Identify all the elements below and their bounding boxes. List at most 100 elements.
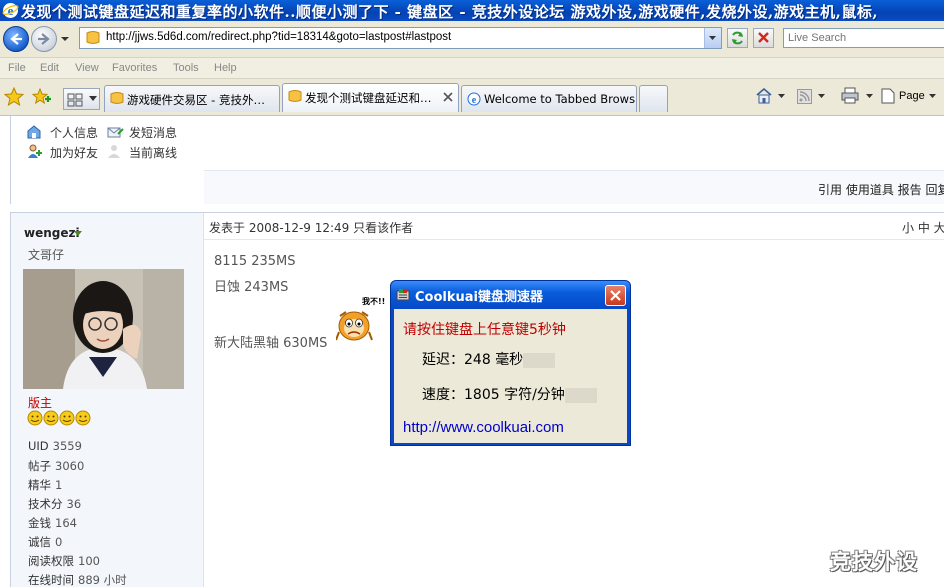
recent-pages-dropdown-icon[interactable] <box>60 34 70 44</box>
menu-file[interactable]: File <box>8 62 26 74</box>
delay-row: 延迟：248 毫秒 <box>422 349 556 369</box>
chevron-down-icon[interactable] <box>778 94 785 99</box>
feeds-icon[interactable] <box>797 89 812 104</box>
stat-tech-score: 技术分 36 <box>28 496 81 512</box>
post-action-links[interactable]: 引用 使用道具 报告 回复 <box>818 181 944 198</box>
author-rank: 版主 <box>28 396 53 410</box>
stat-value: 0 <box>55 535 63 549</box>
delay-label: 延迟： <box>422 352 464 368</box>
previous-post-footer: 个人信息 发短消息 加为好友 当前离线 引用 使用道具 报告 回复 <box>10 116 944 204</box>
stat-label: 金钱 <box>28 516 51 530</box>
stat-value: 164 <box>55 516 77 530</box>
popup-title: Coolkuai键盘测速器 <box>415 290 543 305</box>
tab-current-post[interactable]: 发现个测试键盘延迟和… <box>282 83 459 112</box>
avatar-image <box>23 269 184 389</box>
back-arrow-icon <box>10 33 22 45</box>
coolkuai-website-link[interactable]: http://www.coolkuai.com <box>403 419 564 436</box>
stop-button[interactable] <box>753 28 774 48</box>
chevron-down-icon[interactable] <box>818 94 825 99</box>
refresh-button[interactable] <box>727 28 748 48</box>
author-sidebar: wengezi 文哥仔 版主 UID 3559 帖子 3060 精华 1 技术分… <box>11 213 204 587</box>
address-bar[interactable]: http://jjws.5d6d.com/redirect.php?tid=18… <box>79 27 722 49</box>
quick-tabs-icon <box>67 93 83 107</box>
popup-title-bar[interactable]: Coolkuai键盘测速器 <box>391 281 630 309</box>
ie-logo-icon: e <box>2 3 19 18</box>
forward-button[interactable] <box>31 26 57 52</box>
profile-link[interactable]: 个人信息 <box>50 124 98 141</box>
stop-icon <box>758 32 769 43</box>
rank-emoticons-icon <box>27 410 91 426</box>
page-icon[interactable] <box>881 88 895 104</box>
speed-unit: 字符/分钟 <box>504 387 565 403</box>
delay-value: 248 <box>464 352 491 368</box>
emoticon: 我不!! <box>335 296 388 342</box>
stat-label: 在线时间 <box>28 573 74 587</box>
send-pm-link[interactable]: 发短消息 <box>129 124 177 141</box>
live-search-box[interactable] <box>783 28 944 48</box>
author-title: 文哥仔 <box>28 248 65 262</box>
popup-close-button[interactable] <box>605 285 626 306</box>
tab-welcome[interactable]: e Welcome to Tabbed Browsing <box>461 85 637 112</box>
popup-body: 请按住键盘上任意键5秒钟 延迟：248 毫秒 速度：1805 字符/分钟 htt… <box>394 309 627 443</box>
watermark: 竞技外设 <box>830 550 918 574</box>
font-size-controls[interactable]: 小 中 大 <box>902 219 944 236</box>
app-icon <box>396 289 410 301</box>
emoticon-caption: 我不!! <box>362 297 386 306</box>
stat-money: 金钱 164 <box>28 515 77 531</box>
close-tab-icon[interactable] <box>442 91 454 103</box>
add-favorite-icon[interactable] <box>31 87 51 107</box>
address-url[interactable]: http://jjws.5d6d.com/redirect.php?tid=18… <box>106 31 451 43</box>
back-button[interactable] <box>3 26 29 52</box>
menu-bar: File Edit View Favorites Tools Help <box>0 57 944 79</box>
favicon-icon <box>110 92 124 104</box>
address-toolbar: http://jjws.5d6d.com/redirect.php?tid=18… <box>0 21 944 57</box>
stat-label: 技术分 <box>28 497 63 511</box>
post-date-info[interactable]: 发表于 2008-12-9 12:49 只看该作者 <box>209 219 413 236</box>
menu-view[interactable]: View <box>75 62 99 74</box>
speed-label: 速度： <box>422 387 464 403</box>
caret-down-icon[interactable] <box>74 231 82 237</box>
address-dropdown-button[interactable] <box>704 28 721 48</box>
stat-value: 36 <box>66 497 82 511</box>
new-tab-button[interactable] <box>639 85 668 112</box>
offline-status-icon <box>108 145 120 158</box>
close-icon <box>610 290 621 301</box>
tab-trading[interactable]: 游戏硬件交易区 - 竞技外… <box>104 85 280 112</box>
stat-value: 100 <box>78 554 100 568</box>
page-menu-label[interactable]: Page <box>899 90 925 102</box>
stat-digest: 精华 1 <box>28 477 62 493</box>
home-icon[interactable] <box>755 87 773 104</box>
favicon-icon <box>86 31 100 44</box>
search-input[interactable] <box>784 29 944 47</box>
speed-field-shade <box>564 387 597 403</box>
tab-label: 游戏硬件交易区 - 竞技外… <box>127 93 265 107</box>
window-title-bar: e 发现个测试键盘延迟和重复率的小软件..顺便小测了下 - 键盘区 - 竞技外设… <box>0 0 944 21</box>
chevron-down-icon[interactable] <box>929 94 936 99</box>
stat-value: 3060 <box>55 459 85 473</box>
menu-favorites[interactable]: Favorites <box>112 62 157 74</box>
add-friend-icon <box>28 144 42 158</box>
menu-help[interactable]: Help <box>214 62 237 74</box>
print-icon[interactable] <box>841 87 859 104</box>
online-status: 当前离线 <box>129 146 178 160</box>
refresh-icon <box>732 31 743 45</box>
post-header: 发表于 2008-12-9 12:49 只看该作者 小 中 大 <box>204 213 944 240</box>
stat-read-permission: 阅读权限 100 <box>28 553 100 569</box>
chevron-down-icon[interactable] <box>866 94 873 99</box>
author-name[interactable]: wengezi <box>24 226 80 240</box>
add-friend-link[interactable]: 加为好友 <box>50 144 98 161</box>
favorites-star-icon[interactable] <box>4 87 24 107</box>
previous-post-user-links: 个人信息 发短消息 加为好友 当前离线 <box>11 116 204 204</box>
avatar[interactable] <box>23 269 184 389</box>
send-message-icon <box>107 127 124 138</box>
post-actions-bar: 引用 使用道具 报告 回复 <box>204 170 944 204</box>
delay-unit: 毫秒 <box>495 352 524 368</box>
keyboard-speed-test-window: Coolkuai键盘测速器 请按住键盘上任意键5秒钟 延迟：248 毫秒 速度：… <box>390 280 631 446</box>
menu-tools[interactable]: Tools <box>173 62 199 74</box>
quick-tabs-button[interactable] <box>63 88 100 110</box>
stat-credit: 诚信 0 <box>28 534 62 550</box>
stat-value: 1 <box>55 478 63 492</box>
post-text-line: 日蚀 243MS <box>214 280 289 295</box>
stat-label: 诚信 <box>28 535 51 549</box>
menu-edit[interactable]: Edit <box>40 62 59 74</box>
